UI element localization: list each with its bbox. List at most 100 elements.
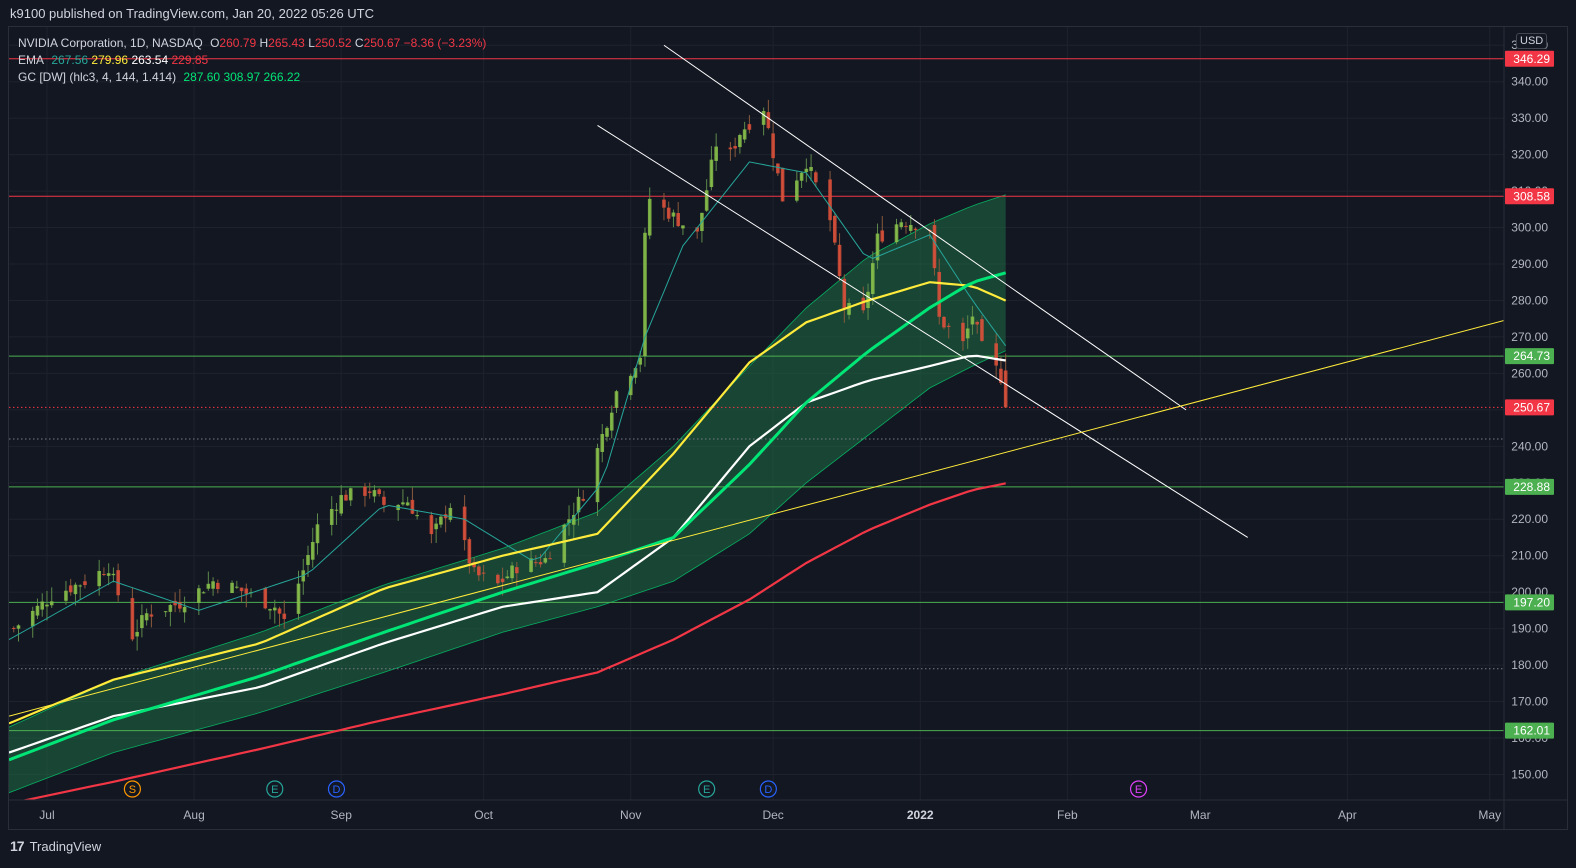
candle-body: [405, 502, 410, 506]
candle: [439, 515, 443, 528]
candle-body: [344, 494, 348, 501]
event-marker: E: [1129, 780, 1148, 798]
candle-body: [714, 146, 718, 161]
high-label: H: [259, 36, 269, 50]
candle: [40, 593, 45, 617]
event-marker-label: E: [271, 784, 278, 796]
candle: [35, 598, 40, 619]
candle: [401, 489, 405, 506]
price-label-text: 308.58: [1513, 189, 1550, 203]
candle: [728, 141, 733, 161]
price-tick-label: 320.00: [1511, 148, 1548, 162]
candle-body: [244, 588, 249, 594]
candle: [837, 233, 842, 282]
candle: [11, 626, 16, 633]
candle-body: [605, 427, 609, 437]
candle-body: [448, 507, 453, 520]
candle-body: [481, 572, 486, 574]
candle-body: [310, 541, 315, 560]
footer-brand[interactable]: TradingView: [30, 839, 102, 854]
ema-value-1: 267.56: [51, 53, 89, 67]
candle-body: [434, 523, 438, 530]
price-tick-label: 260.00: [1511, 366, 1548, 380]
candle-body: [932, 225, 937, 269]
candle-body: [609, 412, 614, 431]
candle: [149, 604, 154, 628]
candle: [595, 443, 600, 516]
price-tick-label: 190.00: [1511, 622, 1548, 636]
candle-body: [870, 263, 875, 295]
candle: [676, 201, 680, 228]
candle: [102, 567, 106, 577]
candle: [434, 518, 438, 543]
candle-body: [847, 303, 851, 315]
candle: [771, 122, 775, 171]
candle: [776, 163, 780, 176]
candle: [738, 133, 742, 154]
price-label: 162.01: [1505, 722, 1554, 739]
candle-body: [263, 588, 268, 609]
price-label: 197.20: [1505, 594, 1554, 611]
gc-value-2: 308.97: [223, 70, 261, 84]
candle: [405, 496, 410, 506]
candle: [64, 580, 68, 605]
candle-body: [277, 608, 282, 614]
gc-value-3: 266.22: [263, 70, 301, 84]
time-tick-label: Dec: [762, 808, 783, 822]
price-label-text: 264.73: [1513, 349, 1550, 363]
candle: [681, 225, 685, 235]
time-tick-label: Oct: [474, 808, 493, 822]
tradingview-logo-icon[interactable]: 17: [10, 838, 25, 854]
candle: [334, 502, 339, 525]
candle-body: [35, 605, 40, 616]
price-tick-label: 210.00: [1511, 549, 1548, 563]
candle-body: [367, 491, 372, 493]
candle-body: [837, 244, 842, 277]
ema-value-3: 263.54: [131, 53, 169, 67]
candle-body: [500, 578, 505, 583]
candle-body: [738, 135, 742, 148]
price-label: 250.67: [1505, 399, 1554, 416]
candle: [372, 485, 377, 503]
price-label-text: 346.29: [1513, 52, 1550, 66]
candle: [714, 133, 718, 171]
time-tick-label: Aug: [183, 808, 204, 822]
price-tick-label: 240.00: [1511, 439, 1548, 453]
price-axis: 150.00160.00170.00180.00190.00200.00210.…: [1505, 38, 1554, 781]
candle: [742, 121, 747, 143]
candle-body: [372, 490, 377, 497]
price-tick-label: 220.00: [1511, 512, 1548, 526]
currency-badge[interactable]: USD: [1516, 33, 1548, 49]
legend-symbol-row[interactable]: NVIDIA Corporation, 1D, NASDAQ O260.79 H…: [18, 35, 486, 52]
candle: [296, 570, 301, 620]
gc-label: GC [DW] (hlc3, 4, 144, 1.414): [18, 70, 177, 84]
candle: [647, 187, 652, 240]
price-chart[interactable]: SEDEDE150.00160.00170.00180.00190.00200.…: [0, 0, 1576, 868]
candle-body: [377, 489, 381, 495]
symbol-name: NVIDIA Corporation, 1D, NASDAQ: [18, 36, 203, 50]
low-label: L: [308, 36, 315, 50]
candle: [106, 563, 111, 586]
ema-label: EMA: [18, 53, 45, 67]
price-tick-label: 170.00: [1511, 695, 1548, 709]
event-marker-label: E: [703, 784, 710, 796]
candle-body: [833, 215, 837, 243]
candle-body: [201, 592, 206, 594]
legend-ema-row[interactable]: EMA 267.56 279.96 263.54 229.85: [18, 52, 486, 69]
candle: [581, 489, 586, 502]
time-tick-label: Nov: [620, 808, 641, 822]
candle: [348, 487, 353, 507]
candle-body: [401, 502, 405, 505]
plot-area: [9, 44, 1504, 800]
candle: [799, 171, 804, 188]
candle-body: [64, 590, 68, 601]
candle: [339, 485, 344, 516]
ema-line-4: [21, 482, 1006, 800]
legend-gc-row[interactable]: GC [DW] (hlc3, 4, 144, 1.414) 287.60 308…: [18, 69, 486, 86]
candle-body: [913, 228, 918, 231]
candle-body: [272, 607, 277, 611]
candle: [211, 577, 215, 596]
candle-body: [206, 583, 211, 589]
candle-body: [804, 168, 809, 173]
candle-body: [733, 146, 737, 149]
